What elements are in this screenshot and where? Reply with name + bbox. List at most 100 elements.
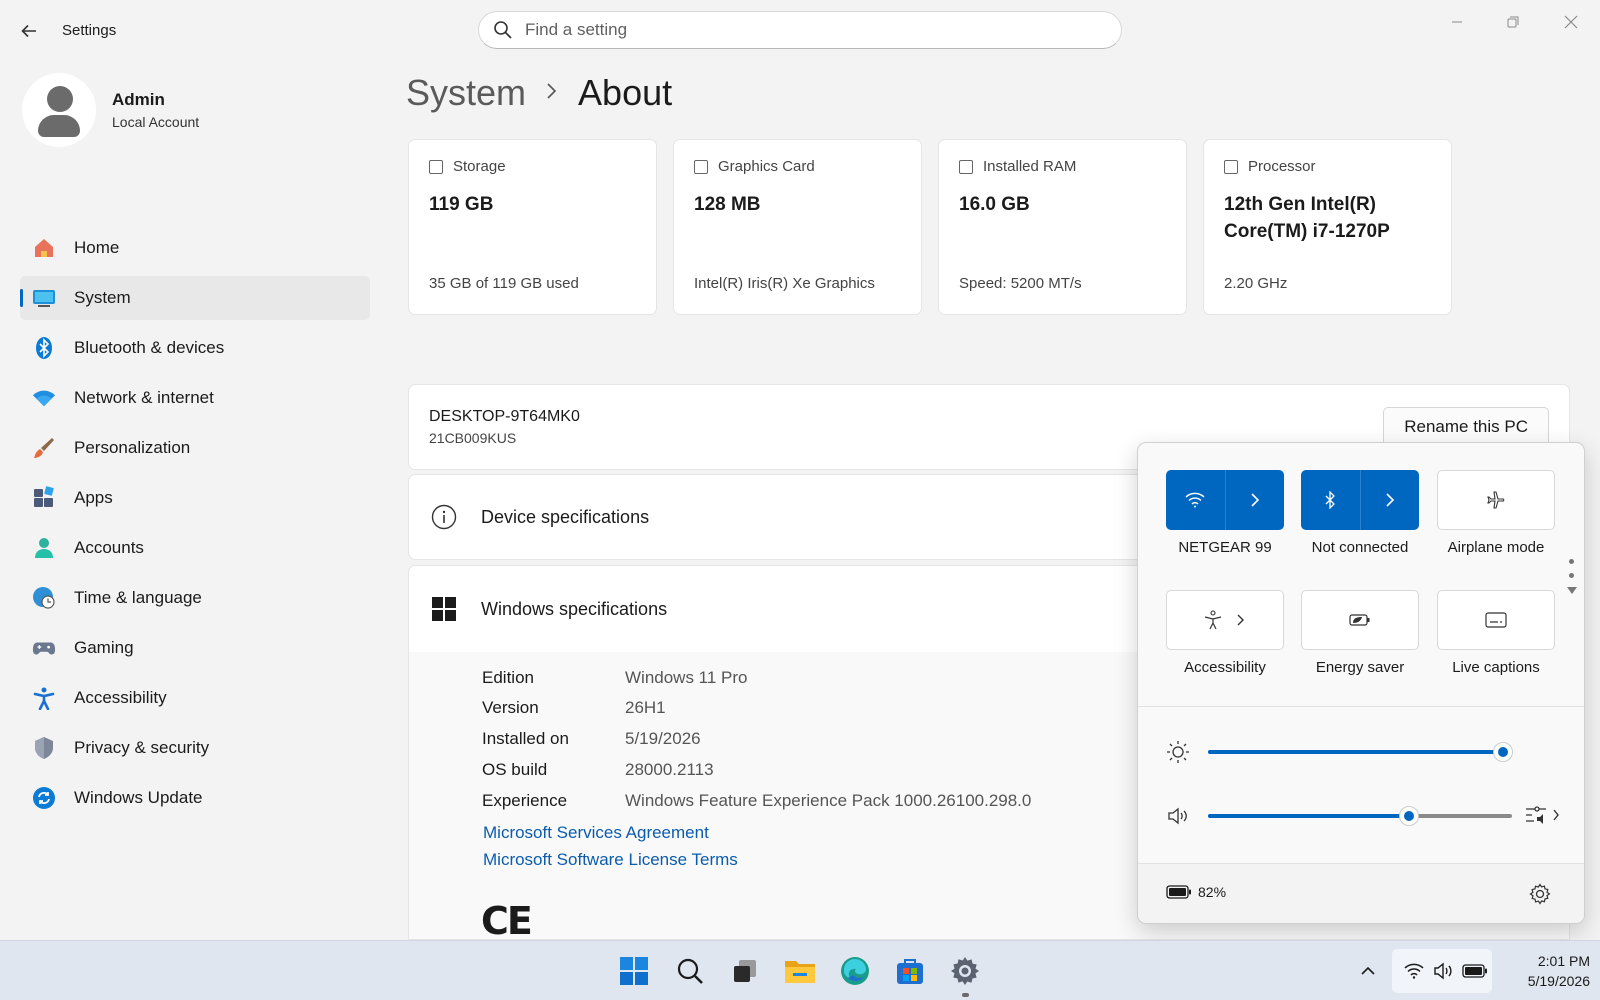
airplane-mode-tile[interactable] bbox=[1437, 470, 1555, 530]
card-label: Processor bbox=[1248, 158, 1316, 175]
chevron-right-icon bbox=[1386, 493, 1394, 507]
close-button[interactable] bbox=[1548, 8, 1594, 36]
audio-output-button[interactable] bbox=[1524, 803, 1560, 827]
taskbar-search-button[interactable] bbox=[670, 951, 710, 991]
wifi-tile[interactable] bbox=[1166, 470, 1284, 530]
system-tray-status[interactable] bbox=[1392, 949, 1492, 993]
services-agreement-link[interactable]: Microsoft Services Agreement bbox=[483, 823, 709, 843]
wifi-tile-label: NETGEAR 99 bbox=[1178, 539, 1272, 556]
volume-slider-thumb[interactable] bbox=[1398, 806, 1419, 826]
wifi-icon bbox=[1404, 963, 1424, 979]
spec-row-installed-on: Installed on 5/19/2026 bbox=[482, 729, 701, 749]
energy-saver-tile[interactable] bbox=[1301, 590, 1419, 650]
spec-key: OS build bbox=[482, 760, 548, 779]
breadcrumb-parent[interactable]: System bbox=[406, 72, 526, 114]
divider bbox=[1138, 706, 1584, 707]
brightness-slider[interactable] bbox=[1208, 742, 1513, 762]
brightness-slider-thumb[interactable] bbox=[1492, 742, 1513, 762]
show-hidden-icons-button[interactable] bbox=[1360, 949, 1376, 993]
edge-button[interactable] bbox=[835, 951, 875, 991]
settings-gear-icon[interactable] bbox=[1529, 883, 1551, 905]
sidebar-item-windows-update[interactable]: Windows Update bbox=[20, 776, 370, 820]
graphics-card-card[interactable]: Graphics Card 128 MB Intel(R) Iris(R) Xe… bbox=[673, 139, 922, 315]
storage-card[interactable]: Storage 119 GB 35 GB of 119 GB used bbox=[408, 139, 657, 315]
card-subtext: Speed: 5200 MT/s bbox=[959, 275, 1082, 292]
card-value: 16.0 GB bbox=[959, 194, 1030, 215]
energy-saver-toggle[interactable] bbox=[1302, 591, 1418, 649]
sidebar-item-system[interactable]: System bbox=[20, 276, 370, 320]
card-label: Storage bbox=[453, 158, 506, 175]
sidebar-item-apps[interactable]: Apps bbox=[20, 476, 370, 520]
user-profile[interactable]: Admin Local Account bbox=[22, 73, 199, 147]
settings-icon bbox=[951, 957, 979, 985]
card-subtext: Intel(R) Iris(R) Xe Graphics bbox=[694, 275, 875, 292]
search-icon bbox=[677, 958, 703, 984]
bluetooth-tile[interactable] bbox=[1301, 470, 1419, 530]
card-value: 119 GB bbox=[429, 194, 494, 215]
back-button[interactable] bbox=[14, 16, 44, 46]
accessibility-expand-button[interactable] bbox=[1167, 591, 1283, 649]
sidebar-item-privacy[interactable]: Privacy & security bbox=[20, 726, 370, 770]
volume-slider[interactable] bbox=[1208, 806, 1512, 826]
wifi-expand-button[interactable] bbox=[1224, 470, 1285, 530]
bluetooth-expand-button[interactable] bbox=[1359, 470, 1420, 530]
audio-mixer-icon bbox=[1526, 806, 1546, 824]
brush-icon bbox=[32, 436, 56, 460]
rename-pc-button[interactable]: Rename this PC bbox=[1383, 407, 1549, 447]
processor-card[interactable]: Processor 12th Gen Intel(R) Core(TM) i7-… bbox=[1203, 139, 1452, 315]
captions-icon bbox=[1485, 612, 1507, 628]
accessibility-icon bbox=[32, 686, 56, 710]
minimize-icon bbox=[1452, 21, 1462, 23]
volume-icon bbox=[1168, 807, 1187, 825]
title-bar: Settings bbox=[0, 0, 1600, 60]
sidebar-item-home[interactable]: Home bbox=[20, 226, 370, 270]
sidebar-item-gaming[interactable]: Gaming bbox=[20, 626, 370, 670]
ce-mark: CE bbox=[481, 899, 533, 943]
file-explorer-button[interactable] bbox=[780, 951, 820, 991]
ram-card[interactable]: Installed RAM 16.0 GB Speed: 5200 MT/s bbox=[938, 139, 1187, 315]
sidebar-item-personalization[interactable]: Personalization bbox=[20, 426, 370, 470]
battery-status[interactable]: 82% bbox=[1166, 884, 1226, 900]
restore-button[interactable] bbox=[1490, 8, 1536, 36]
clock[interactable]: 2:01 PM 5/19/2026 bbox=[1500, 951, 1590, 991]
bluetooth-toggle[interactable] bbox=[1301, 470, 1360, 530]
chevron-down-icon bbox=[1567, 587, 1577, 594]
restore-icon bbox=[1507, 16, 1519, 28]
wifi-toggle[interactable] bbox=[1166, 470, 1225, 530]
clock-time: 2:01 PM bbox=[1537, 953, 1590, 969]
sidebar-item-label: Home bbox=[74, 238, 120, 257]
license-terms-link[interactable]: Microsoft Software License Terms bbox=[483, 850, 738, 870]
card-value: 128 MB bbox=[694, 194, 761, 215]
windows-logo-icon bbox=[431, 596, 457, 622]
store-button[interactable] bbox=[890, 951, 930, 991]
settings-button[interactable] bbox=[945, 951, 985, 991]
live-captions-label: Live captions bbox=[1452, 659, 1540, 676]
search-input[interactable] bbox=[525, 20, 1085, 40]
sidebar-item-accounts[interactable]: Accounts bbox=[20, 526, 370, 570]
live-captions-toggle[interactable] bbox=[1438, 591, 1554, 649]
task-view-button[interactable] bbox=[725, 951, 765, 991]
chevron-right-icon bbox=[1553, 809, 1559, 821]
spec-value: Windows Feature Experience Pack 1000.261… bbox=[625, 791, 1032, 810]
gamepad-icon bbox=[32, 636, 56, 660]
sidebar-item-time-language[interactable]: Time & language bbox=[20, 576, 370, 620]
sidebar-item-bluetooth[interactable]: Bluetooth & devices bbox=[20, 326, 370, 370]
page-indicator[interactable] bbox=[1567, 559, 1577, 595]
spec-value: 5/19/2026 bbox=[625, 729, 701, 748]
accessibility-tile[interactable] bbox=[1166, 590, 1284, 650]
search-box[interactable] bbox=[478, 11, 1122, 49]
sidebar-nav: Home System Bluetooth & devices Network … bbox=[20, 226, 370, 826]
sidebar-item-network[interactable]: Network & internet bbox=[20, 376, 370, 420]
volume-fill bbox=[1208, 814, 1409, 818]
breadcrumb: System About bbox=[406, 72, 672, 114]
sidebar-item-label: Accounts bbox=[74, 538, 144, 557]
minimize-button[interactable] bbox=[1434, 8, 1480, 36]
spec-row-edition: Edition Windows 11 Pro bbox=[482, 668, 748, 688]
live-captions-tile[interactable] bbox=[1437, 590, 1555, 650]
start-button[interactable] bbox=[614, 951, 654, 991]
card-value: 12th Gen Intel(R) Core(TM) i7-1270P bbox=[1224, 194, 1390, 242]
airplane-mode-toggle[interactable] bbox=[1438, 471, 1554, 529]
spec-row-version: Version 26H1 bbox=[482, 698, 666, 718]
spec-key: Installed on bbox=[482, 729, 569, 748]
sidebar-item-accessibility[interactable]: Accessibility bbox=[20, 676, 370, 720]
